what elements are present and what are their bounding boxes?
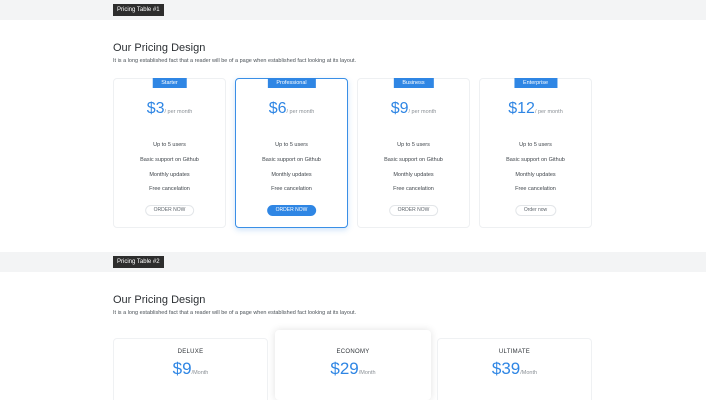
feature-item: Monthly updates (149, 171, 190, 178)
plan-card-starter: Starter $3/ per month Up to 5 users Basi… (113, 78, 226, 228)
feature-list: Up to 5 users Basic support on Github Mo… (358, 142, 469, 201)
section-tag-2: Pricing Table #2 (113, 256, 164, 268)
plan-name: DELUXE (177, 349, 204, 355)
plan-price: $9/ per month (358, 100, 469, 118)
feature-item: Basic support on Github (262, 156, 321, 163)
price-period: / per month (534, 109, 563, 115)
section-subtitle-1: It is a long established fact that a rea… (113, 58, 357, 64)
plan-price: $39/Month (438, 359, 591, 379)
plan-card-ultimate: ULTIMATE $39/Month (437, 338, 592, 400)
plan-card-professional: Professional $6/ per month Up to 5 users… (235, 78, 348, 228)
feature-item: Monthly updates (515, 171, 556, 178)
plan-price: $9/Month (114, 359, 267, 379)
plan-badge: Professional (267, 78, 316, 88)
section-tag-1: Pricing Table #1 (113, 4, 164, 16)
price-amount: $9 (390, 100, 409, 117)
plan-price: $12/ per month (480, 100, 591, 118)
price-amount: $3 (146, 100, 165, 117)
price-period: /Month (191, 370, 209, 376)
order-now-button[interactable]: ORDER NOW (144, 205, 195, 216)
feature-item: Basic support on Github (384, 156, 443, 163)
order-now-button[interactable]: ORDER NOW (266, 205, 317, 216)
plan-price: $29/Month (276, 359, 430, 379)
plan-price: $6/ per month (236, 100, 347, 118)
price-amount: $12 (508, 100, 535, 117)
feature-item: Free cancelation (515, 186, 556, 193)
plan-name: ULTIMATE (498, 349, 531, 355)
feature-item: Monthly updates (393, 171, 434, 178)
feature-item: Free cancelation (271, 186, 312, 193)
feature-item: Up to 5 users (153, 142, 186, 148)
feature-item: Up to 5 users (397, 142, 430, 148)
plan-card-economy: ECONOMY $29/Month (275, 330, 431, 400)
plan-badge: Enterprise (513, 78, 558, 88)
feature-list: Up to 5 users Basic support on Github Mo… (114, 142, 225, 201)
order-now-button[interactable]: Order now (514, 205, 557, 216)
feature-list: Up to 5 users Basic support on Github Mo… (480, 142, 591, 201)
feature-list: Up to 5 users Basic support on Github Mo… (236, 142, 347, 201)
section-band-2: Pricing Table #2 (0, 252, 706, 272)
plan-card-enterprise: Enterprise $12/ per month Up to 5 users … (479, 78, 592, 228)
section-band-1: Pricing Table #1 (0, 0, 706, 20)
feature-item: Free cancelation (149, 186, 190, 193)
feature-item: Basic support on Github (506, 156, 565, 163)
section-subtitle-2: It is a long established fact that a rea… (113, 310, 357, 316)
plan-badge: Business (393, 78, 434, 88)
feature-item: Monthly updates (271, 171, 312, 178)
feature-item: Free cancelation (393, 186, 434, 193)
section-title-2: Our Pricing Design (113, 294, 206, 306)
order-now-button[interactable]: ORDER NOW (388, 205, 439, 216)
feature-item: Up to 5 users (275, 142, 308, 148)
section-title-1: Our Pricing Design (113, 42, 206, 54)
plan-badge: Starter (152, 78, 187, 88)
feature-item: Basic support on Github (140, 156, 199, 163)
price-period: / per month (164, 109, 193, 115)
price-amount: $39 (491, 359, 521, 378)
price-period: /Month (520, 370, 538, 376)
plan-price: $3/ per month (114, 100, 225, 118)
price-period: /Month (358, 370, 376, 376)
price-amount: $29 (330, 359, 359, 378)
price-period: / per month (408, 109, 437, 115)
price-amount: $9 (172, 359, 192, 378)
plan-card-business: Business $9/ per month Up to 5 users Bas… (357, 78, 470, 228)
price-amount: $6 (268, 100, 287, 117)
plan-card-deluxe: DELUXE $9/Month (113, 338, 268, 400)
plan-name: ECONOMY (336, 349, 370, 355)
price-period: / per month (286, 109, 315, 115)
feature-item: Up to 5 users (519, 142, 552, 148)
